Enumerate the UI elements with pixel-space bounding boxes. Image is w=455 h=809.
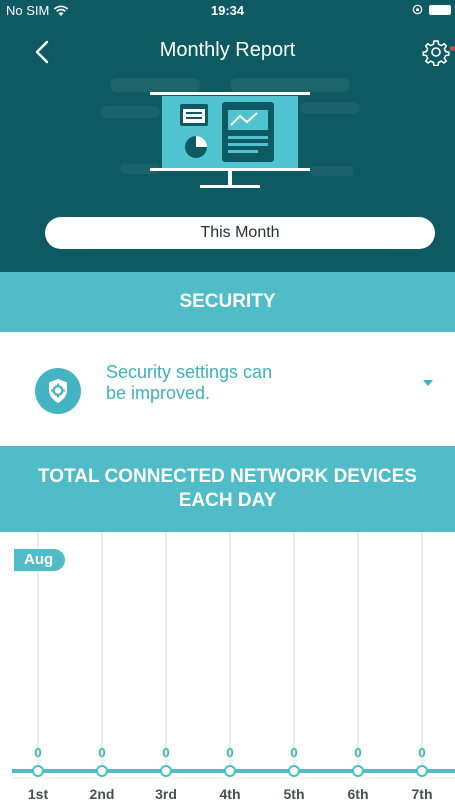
devices-chart-plot: 0 1st 0 2nd 0 3rd 0 4th 0 5th 0 6th 0 7th xyxy=(12,532,455,802)
tick-label: 2nd xyxy=(90,786,115,802)
period-button[interactable]: This Month xyxy=(45,217,435,249)
month-tag: Aug xyxy=(14,549,66,571)
status-bar: No SIM 19:34 xyxy=(0,0,455,22)
data-label: 0 xyxy=(226,745,233,760)
security-status-row[interactable]: Security settings can be improved. xyxy=(0,332,455,446)
tick-label: 7th xyxy=(412,786,433,802)
presentation-board-illustration xyxy=(100,78,360,188)
status-time: 19:34 xyxy=(210,3,245,18)
report-header: No SIM 19:34 Monthly Report This Month xyxy=(0,0,455,272)
battery-icon xyxy=(429,4,451,15)
data-point xyxy=(160,765,172,777)
data-point xyxy=(96,765,108,777)
data-point xyxy=(32,765,44,777)
tick-label: 3rd xyxy=(155,786,177,802)
data-point xyxy=(224,765,236,777)
data-label: 0 xyxy=(34,745,41,760)
data-label: 0 xyxy=(354,745,361,760)
page-title: Monthly Report xyxy=(159,39,296,61)
tick-label: 5th xyxy=(284,786,305,802)
data-point xyxy=(352,765,364,777)
data-label: 0 xyxy=(418,745,425,760)
tick-label: 4th xyxy=(220,786,241,802)
tick-label: 1st xyxy=(28,786,49,802)
data-label: 0 xyxy=(162,745,169,760)
data-point xyxy=(288,765,300,777)
data-point xyxy=(416,765,428,777)
shield-gear-icon xyxy=(35,368,81,414)
orientation-lock-icon xyxy=(412,4,423,15)
notification-dot xyxy=(450,46,455,51)
devices-section-header: TOTAL CONNECTED NETWORK DEVICES EACH DAY xyxy=(0,446,455,532)
security-message: Security settings can be improved. xyxy=(106,362,273,403)
caret-down-icon[interactable] xyxy=(422,379,434,387)
data-label: 0 xyxy=(290,745,297,760)
tick-label: 6th xyxy=(348,786,369,802)
security-section-header: SECURITY xyxy=(0,272,455,332)
gear-icon[interactable] xyxy=(422,38,450,66)
devices-chart: 0 1st 0 2nd 0 3rd 0 4th 0 5th 0 6th 0 7th Aug xyxy=(0,532,455,809)
data-label: 0 xyxy=(98,745,105,760)
